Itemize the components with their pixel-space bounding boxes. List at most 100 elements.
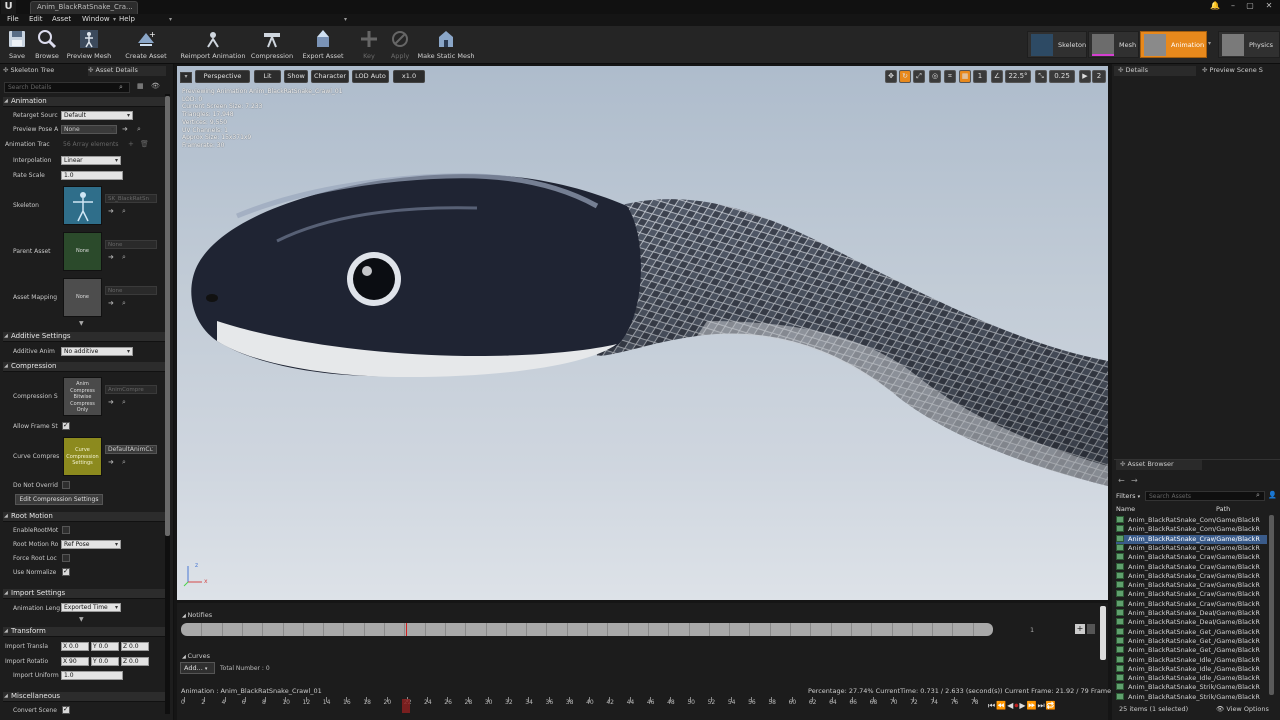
delete-elements-icon[interactable]: 🗑 xyxy=(140,140,149,148)
mapping-browse-icon[interactable]: ⌕ xyxy=(122,299,126,308)
import-translation-z[interactable]: Z 0.0 xyxy=(121,642,149,651)
retarget-source-dropdown[interactable]: Default xyxy=(61,111,133,120)
step-back-icon[interactable]: ⏪ xyxy=(996,701,1007,710)
save-button[interactable]: Save xyxy=(4,26,30,64)
section-animation[interactable]: Animation xyxy=(3,97,166,107)
force-root-lock-checkbox[interactable] xyxy=(62,554,70,562)
search-details-input[interactable]: Search Details xyxy=(4,82,130,93)
curve-use-selected-icon[interactable]: ➜ xyxy=(108,458,114,466)
forward-icon[interactable]: → xyxy=(1131,476,1138,485)
mode-physics[interactable]: Physics xyxy=(1218,31,1280,58)
scale-icon[interactable]: ⤢ xyxy=(913,70,925,83)
browse-button[interactable]: Browse xyxy=(32,26,62,64)
apply-button[interactable]: Apply xyxy=(388,26,412,64)
asset-row[interactable]: Anim_BlackRatSnake_Craw/Game/BlackR xyxy=(1116,553,1267,562)
skeleton-browse-icon[interactable]: ⌕ xyxy=(122,207,126,216)
enable-root-motion-checkbox[interactable] xyxy=(62,526,70,534)
create-asset-button[interactable]: + Create Asset xyxy=(122,26,170,64)
use-normalized-checkbox[interactable] xyxy=(62,567,70,576)
scale-snap-icon[interactable]: ⤡ xyxy=(1035,70,1047,83)
import-rotation-z[interactable]: Z 0.0 xyxy=(121,657,149,666)
advanced-expand-icon[interactable]: ▼ xyxy=(79,320,84,327)
skeleton-dropdown[interactable]: SK_BlackRatSn xyxy=(105,194,157,203)
parent-browse-icon[interactable]: ⌕ xyxy=(122,253,126,262)
tab-asset-browser[interactable]: ✤ Asset Browser xyxy=(1116,460,1202,470)
rotate-icon[interactable]: ↻ xyxy=(899,70,911,83)
preview-mesh-dropdown-icon[interactable]: ▾ xyxy=(113,16,116,23)
section-miscellaneous[interactable]: Miscellaneous xyxy=(3,692,166,702)
add-curve-button[interactable]: Add... ▾ xyxy=(180,662,215,674)
asset-row[interactable]: Anim_BlackRatSnake_Get_/Game/BlackR xyxy=(1116,646,1267,655)
export-asset-button[interactable]: Export Asset xyxy=(300,26,346,64)
asset-list-scrollbar[interactable] xyxy=(1269,515,1274,695)
import-uniform-scale-input[interactable]: 1.0 xyxy=(61,671,123,680)
notification-icon[interactable]: 🔔 xyxy=(1208,0,1222,12)
skeleton-thumbnail[interactable] xyxy=(63,186,102,225)
timeline-scrollbar[interactable] xyxy=(1100,606,1106,660)
convert-scene-checkbox[interactable] xyxy=(62,705,70,714)
asset-user-icon[interactable]: 👤 xyxy=(1268,491,1277,499)
mode-skeleton[interactable]: Skeleton xyxy=(1027,31,1087,58)
camera-speed-icon[interactable]: ▶ xyxy=(1079,70,1091,83)
reimport-animation-button[interactable]: Reimport Animation xyxy=(180,26,246,64)
compression-browse-icon[interactable]: ⌕ xyxy=(122,398,126,407)
use-selected-icon[interactable]: ➜ xyxy=(122,125,128,133)
curves-header[interactable]: ◢ Curves xyxy=(182,652,210,660)
details-scrollbar[interactable] xyxy=(165,94,170,714)
grid-snap-icon[interactable]: ▦ xyxy=(959,70,971,83)
mapping-use-selected-icon[interactable]: ➜ xyxy=(108,299,114,307)
view-options-button[interactable]: 👁 View Options xyxy=(1216,705,1269,713)
add-element-icon[interactable]: + xyxy=(128,140,134,148)
close-icon[interactable]: ✕ xyxy=(1262,0,1276,12)
asset-row[interactable]: Anim_BlackRatSnake_Idle_/Game/BlackR xyxy=(1116,664,1267,674)
tab-asset-details[interactable]: ✤ Asset Details xyxy=(88,66,166,76)
compression-button[interactable]: Compression xyxy=(250,26,294,64)
parent-use-selected-icon[interactable]: ➜ xyxy=(108,253,114,261)
unreal-logo-icon[interactable]: U xyxy=(1,0,16,14)
perspective-button[interactable]: Perspective xyxy=(195,70,250,83)
root-motion-root-lock-dropdown[interactable]: Ref Pose xyxy=(61,540,121,549)
asset-row[interactable]: Anim_BlackRatSnake_Deat/Game/BlackR xyxy=(1116,609,1267,618)
interpolation-dropdown[interactable]: Linear xyxy=(61,156,121,165)
section-transform[interactable]: Transform xyxy=(3,627,166,637)
asset-mapping-thumbnail[interactable]: None xyxy=(63,278,102,317)
world-local-icon[interactable]: ◎ xyxy=(929,70,941,83)
document-tab[interactable]: Anim_BlackRatSnake_Cra... xyxy=(30,1,138,14)
import-rotation-x[interactable]: X 90 xyxy=(61,657,89,666)
playback-speed-button[interactable]: x1.0 xyxy=(393,70,425,83)
asset-row[interactable]: Anim_BlackRatSnake_Get_/Game/BlackR xyxy=(1116,636,1267,646)
rate-scale-input[interactable]: 1.0 xyxy=(61,171,123,180)
mode-animation[interactable]: Animation xyxy=(1140,31,1207,58)
scale-snap-value[interactable]: 0.25 xyxy=(1049,70,1075,83)
add-track-icon[interactable]: + xyxy=(1075,624,1085,634)
tab-preview-scene[interactable]: ✤ Preview Scene S xyxy=(1198,66,1280,76)
filters-button[interactable]: Filters ▾ xyxy=(1116,492,1140,500)
asset-row[interactable]: Anim_BlackRatSnake_Deat/Game/BlackR xyxy=(1116,618,1267,627)
eye-options-icon[interactable]: 👁 xyxy=(151,82,160,90)
asset-row[interactable]: Anim_BlackRatSnake_Get_/Game/BlackR xyxy=(1116,627,1267,637)
to-start-icon[interactable]: ⏮ xyxy=(988,701,996,710)
asset-row[interactable]: Anim_BlackRatSnake_Craw/Game/BlackR xyxy=(1116,581,1267,590)
asset-row[interactable]: Anim_BlackRatSnake_Idle_/Game/BlackR xyxy=(1116,655,1267,665)
menu-window[interactable]: Window xyxy=(82,15,110,23)
allow-frame-stripping-checkbox[interactable] xyxy=(62,421,70,430)
minimize-icon[interactable]: – xyxy=(1226,0,1240,12)
asset-row[interactable]: Anim_BlackRatSnake_Strik/Game/BlackR xyxy=(1116,683,1267,692)
skeleton-use-selected-icon[interactable]: ➜ xyxy=(108,207,114,215)
create-asset-dropdown-icon[interactable]: ▾ xyxy=(169,16,172,23)
section-additive-settings[interactable]: Additive Settings xyxy=(3,332,166,342)
compression-scheme-thumbnail[interactable]: Anim Compress Bitwise Compress Only xyxy=(63,377,102,416)
tab-skeleton-tree[interactable]: ✤ Skeleton Tree xyxy=(3,66,83,76)
import-rotation-y[interactable]: Y 0.0 xyxy=(91,657,119,666)
frame-ruler[interactable]: 0246810121416182022242628303234363840424… xyxy=(180,697,980,715)
asset-row[interactable]: Anim_BlackRatSnake_Com/Game/BlackR xyxy=(1116,525,1267,534)
asset-row[interactable]: Anim_BlackRatSnake_Craw/Game/BlackR xyxy=(1116,599,1267,609)
additive-anim-dropdown[interactable]: No additive xyxy=(61,347,133,356)
asset-row[interactable]: Anim_BlackRatSnake_Strik/Game/BlackR xyxy=(1116,692,1267,702)
track-options-icon[interactable] xyxy=(1087,624,1095,634)
import-translation-y[interactable]: Y 0.0 xyxy=(91,642,119,651)
preview-mesh-button[interactable]: Preview Mesh xyxy=(64,26,114,64)
to-end-icon[interactable]: ⏭ xyxy=(1037,701,1045,710)
browse-asset-icon[interactable]: ⌕ xyxy=(137,125,141,134)
import-translation-x[interactable]: X 0.0 xyxy=(61,642,89,651)
